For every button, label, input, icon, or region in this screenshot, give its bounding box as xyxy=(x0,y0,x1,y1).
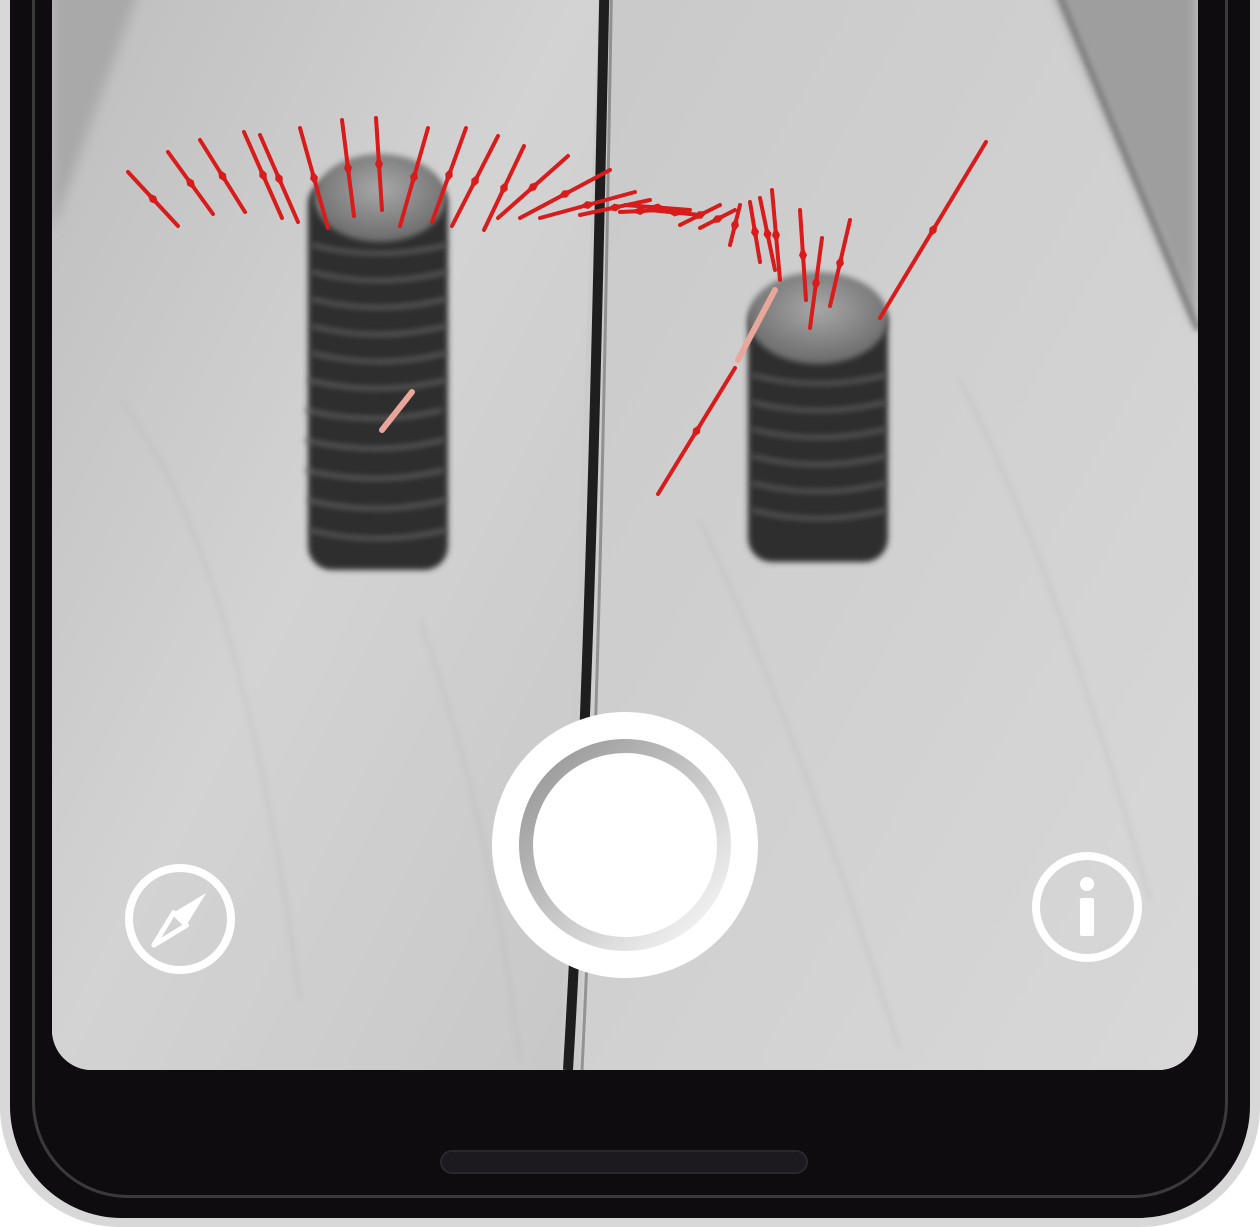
compass-icon xyxy=(125,864,235,974)
shutter-icon xyxy=(492,712,758,978)
home-indicator[interactable] xyxy=(440,1150,808,1174)
info-button[interactable] xyxy=(1030,850,1144,964)
info-icon xyxy=(1032,852,1142,962)
shutter-button[interactable] xyxy=(490,710,760,980)
right-object-stack xyxy=(748,272,888,562)
compass-button[interactable] xyxy=(123,862,237,976)
